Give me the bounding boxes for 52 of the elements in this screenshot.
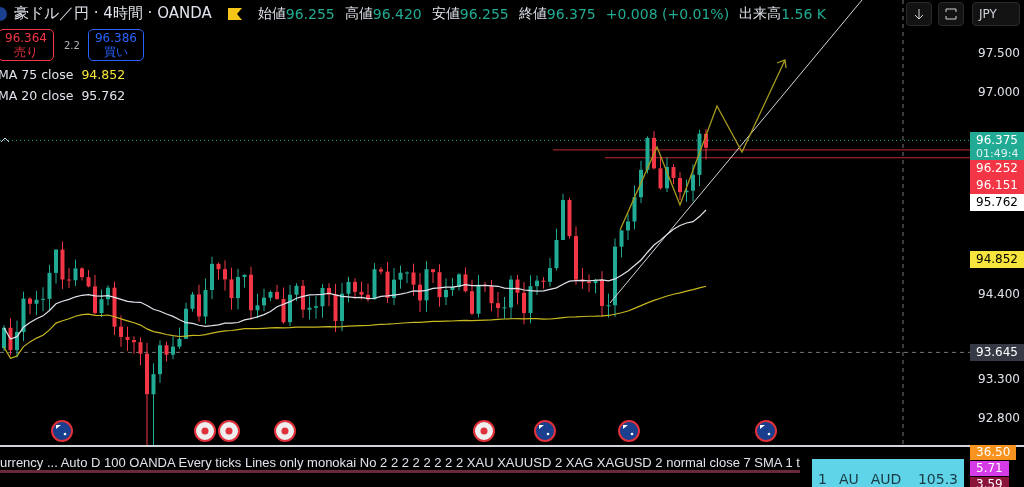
volume-label: 出来高: [739, 4, 782, 23]
indicator-value: 95.762: [81, 88, 126, 103]
price-label: 93.645: [970, 344, 1024, 362]
event-dot-icon[interactable]: [218, 420, 240, 442]
price-tick: 97.000: [978, 84, 1020, 99]
price-label: 94.852: [970, 250, 1024, 268]
fullscreen-icon: [945, 8, 957, 20]
ohlc-label: 安値: [431, 4, 460, 23]
event-dot-icon[interactable]: [473, 420, 495, 442]
price-tick: 92.800: [978, 411, 1020, 425]
ohlc-value: 96.375: [546, 5, 596, 22]
sell-button[interactable]: 96.364 売り: [0, 29, 54, 61]
event-dot-icon[interactable]: [274, 420, 296, 442]
buy-button[interactable]: 96.386 買い: [87, 29, 144, 61]
table-cell: 105.3: [917, 471, 958, 487]
symbol-title: 豪ドル／円 · 4時間 · OANDA: [14, 4, 212, 23]
change-value: +0.008 (+0.01%): [605, 5, 730, 22]
price-tick: 94.400: [978, 286, 1020, 301]
ohlc-value: 96.420: [372, 5, 422, 22]
indicator-name: MA 20 close: [0, 88, 74, 103]
table-cell: 1: [818, 471, 827, 487]
settings-text: urrency ... Auto D 100 OANDA Every ticks Lines only monokai No 2 2 2 2 2 2 2 2 XAU XAUUSD 2 XAG XAGUSD 2 normal close 7 SMA 1 t: [0, 455, 800, 473]
collapse-icon[interactable]: [0, 136, 10, 144]
fullscreen-button[interactable]: [938, 2, 964, 26]
table-cell: AU: [838, 471, 859, 487]
ohlc-value: 96.255: [459, 5, 509, 22]
price-label: 96.151: [970, 177, 1024, 195]
value-badge: 5.71: [970, 461, 1009, 476]
bookmark-icon[interactable]: [227, 6, 242, 21]
event-dot-icon[interactable]: [194, 420, 216, 442]
arrow-down-icon: [914, 8, 924, 20]
flag-event-icon[interactable]: [534, 420, 556, 442]
table-cell: AUD: [870, 471, 902, 487]
price-tick: 93.300: [978, 372, 1020, 387]
flag-event-icon[interactable]: [755, 420, 777, 442]
volume-value: 1.56 K: [781, 5, 826, 22]
spread-value: 2.2: [64, 39, 80, 51]
currency-button[interactable]: JPY: [972, 2, 1020, 26]
ohlc-label: 始値: [257, 4, 286, 23]
value-badge: 36.50: [970, 445, 1017, 460]
ohlc-label: 終値: [518, 4, 547, 23]
arrow-down-button[interactable]: [906, 2, 932, 26]
price-label: 95.762: [970, 194, 1024, 212]
indicator-name: MA 75 close: [0, 67, 74, 82]
price-tick: 97.500: [978, 46, 1020, 60]
flag-event-icon[interactable]: [51, 420, 73, 442]
ohlc-value: 96.255: [285, 5, 335, 22]
flag-event-icon[interactable]: [618, 420, 640, 442]
price-label: 96.252: [970, 160, 1024, 178]
indicator-value: 94.852: [81, 67, 126, 82]
ohlc-label: 高値: [344, 4, 373, 23]
price-label: 96.375 01:49:4: [970, 132, 1024, 161]
